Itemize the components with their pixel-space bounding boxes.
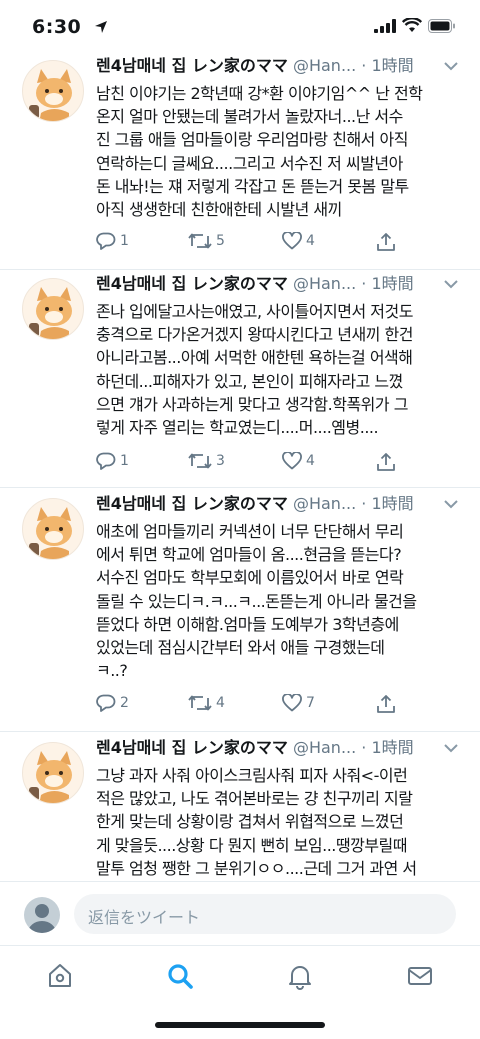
battery-icon [428,18,455,33]
messages-icon[interactable] [406,962,434,990]
tweet-time[interactable]: 1時間 [371,56,413,75]
status-time: 6:30 [32,16,82,38]
fox-avatar-icon [29,287,72,339]
retweet-count: 5 [216,233,225,249]
reply-button[interactable]: 1 [96,232,129,250]
retweet-icon [188,453,212,469]
status-bar: 6:30 [0,0,480,56]
reply-button[interactable]: 2 [96,694,129,712]
chevron-down-icon[interactable] [444,62,458,71]
like-count: 4 [306,233,315,249]
share-button[interactable] [376,452,396,472]
separator-dot: · [361,494,367,513]
tweet-actions: 2 4 7 [96,694,396,720]
handle[interactable]: @Han... [293,494,356,513]
display-name[interactable]: 렌4남매네 집 レン家のママ [96,274,288,293]
tweet[interactable]: 렌4남매네 집 レン家のママ @Han... · 1時間 존나 입에달고사는애였… [0,270,480,488]
tweet-actions: 1 3 4 [96,452,396,478]
tweet-text: 애초에 엄마들끼리 커넥션이 너무 단단해서 무리 에서 튀면 학교에 엄마들이… [96,522,417,681]
tweet-time[interactable]: 1時間 [371,494,413,513]
reply-button[interactable]: 1 [96,452,129,470]
fox-avatar-icon [29,507,72,559]
retweet-count: 3 [216,453,225,469]
share-button[interactable] [376,694,396,714]
share-icon [377,695,395,713]
home-icon[interactable] [46,962,74,990]
chevron-down-icon[interactable] [444,744,458,753]
location-arrow-icon [95,21,107,33]
heart-icon [282,232,302,250]
reply-icon [96,232,116,250]
like-button[interactable]: 4 [282,232,315,250]
heart-icon [282,694,302,712]
tweet[interactable]: 렌4남매네 집 レン家のママ @Han... · 1時間 그냥 과자 사줘 아이… [0,734,480,882]
share-icon [377,233,395,251]
separator-dot: · [361,274,367,293]
fox-avatar-icon [29,69,72,121]
tweet[interactable]: 렌4남매네 집 レン家のママ @Han... · 1時間 남친 이야기는 2학년… [0,52,480,270]
home-indicator[interactable] [155,1022,325,1028]
tweet-text: 그냥 과자 사줘 아이스크림사줘 피자 사줘<-이런 적은 많았고, 나도 겪어… [96,766,417,878]
separator-dot: · [361,738,367,757]
tweet-header: 렌4남매네 집 レン家のママ @Han... · 1時間 [96,52,460,80]
handle[interactable]: @Han... [293,56,356,75]
reply-bar: 返信をツイート [0,881,480,945]
reply-count: 1 [120,233,129,249]
notifications-icon[interactable] [286,962,314,990]
display-name[interactable]: 렌4남매네 집 レン家のママ [96,56,288,75]
tweet-text: 존나 입에달고사는애였고, 사이틀어지면서 저것도 충격으로 다가온거겠지 왕따… [96,302,413,438]
avatar[interactable] [22,498,84,560]
my-avatar[interactable] [24,897,60,933]
display-name[interactable]: 렌4남매네 집 レン家のママ [96,494,288,513]
reply-count: 1 [120,453,129,469]
share-icon [377,453,395,471]
avatar[interactable] [22,742,84,804]
tweet-header: 렌4남매네 집 レン家のママ @Han... · 1時間 [96,734,460,762]
display-name[interactable]: 렌4남매네 집 レン家のママ [96,738,288,757]
tweet-time[interactable]: 1時間 [371,274,413,293]
tweet[interactable]: 렌4남매네 집 レン家のママ @Han... · 1時間 애초에 엄마들끼리 커… [0,490,480,732]
status-icons [374,18,456,33]
share-button[interactable] [376,232,396,252]
like-count: 4 [306,453,315,469]
retweet-button[interactable]: 4 [188,694,225,712]
handle[interactable]: @Han... [293,274,356,293]
retweet-icon [188,695,212,711]
avatar[interactable] [22,278,84,340]
retweet-button[interactable]: 3 [188,452,225,470]
like-count: 7 [306,695,315,711]
avatar[interactable] [22,60,84,122]
separator-dot: · [361,56,367,75]
search-icon[interactable] [166,962,194,990]
fox-avatar-icon [29,751,72,803]
reply-icon [96,694,116,712]
tweet-actions: 1 5 4 [96,232,396,258]
reply-input[interactable]: 返信をツイート [74,894,456,934]
like-button[interactable]: 4 [282,452,315,470]
cellular-signal-icon [374,18,396,33]
reply-icon [96,452,116,470]
heart-icon [282,452,302,470]
chevron-down-icon[interactable] [444,280,458,289]
retweet-count: 4 [216,695,225,711]
wifi-icon [402,18,422,32]
chevron-down-icon[interactable] [444,500,458,509]
tweet-header: 렌4남매네 집 レン家のママ @Han... · 1時間 [96,270,460,298]
default-profile-icon [28,904,56,933]
retweet-icon [188,233,212,249]
tweet-text: 남친 이야기는 2학년때 강*환 이야기임^^ 난 전학 온지 얼마 안됐는데 … [96,84,423,220]
reply-count: 2 [120,695,129,711]
handle[interactable]: @Han... [293,738,356,757]
tweet-time[interactable]: 1時間 [371,738,413,757]
tweet-header: 렌4남매네 집 レン家のママ @Han... · 1時間 [96,490,460,518]
like-button[interactable]: 7 [282,694,315,712]
retweet-button[interactable]: 5 [188,232,225,250]
